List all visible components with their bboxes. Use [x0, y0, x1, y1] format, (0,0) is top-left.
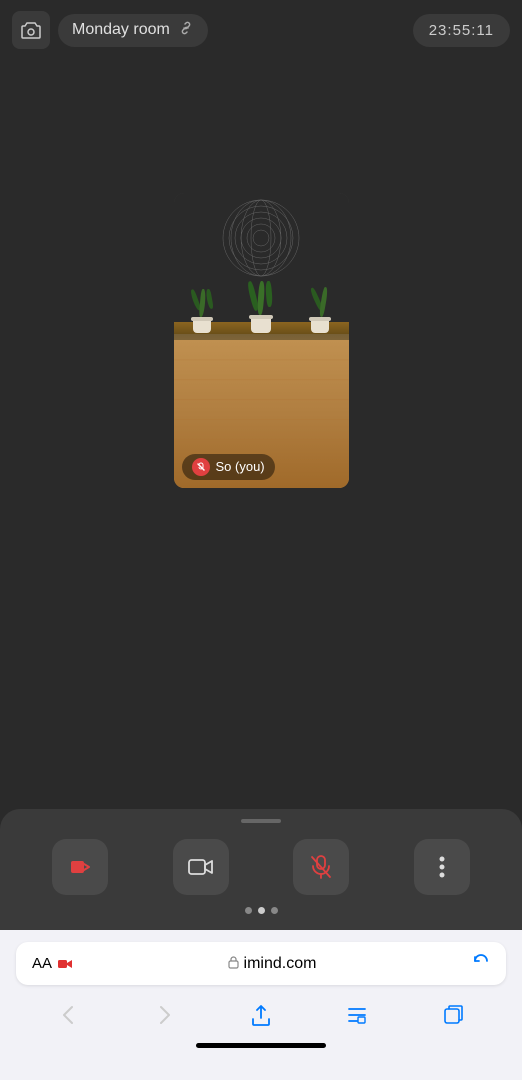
plant-right [311, 287, 329, 333]
plant-center [250, 281, 272, 333]
plant-leaves-right [314, 287, 326, 317]
url-bar-left: AA [32, 955, 72, 972]
camera-icon-button[interactable] [12, 11, 50, 49]
leave-button[interactable] [52, 839, 108, 895]
recording-indicator-icon [58, 956, 72, 972]
forward-button[interactable] [145, 995, 185, 1035]
link-icon [178, 20, 194, 41]
mute-button[interactable] [293, 839, 349, 895]
plant-leaves-center [250, 281, 272, 315]
camera-toggle-button[interactable] [173, 839, 229, 895]
leaf [199, 289, 206, 317]
video-camera-icon [188, 857, 214, 877]
page-dot-3 [271, 907, 278, 914]
leaf [319, 287, 329, 317]
aa-text[interactable]: AA [32, 955, 52, 972]
back-icon [62, 1005, 74, 1025]
room-name-text: Monday room [72, 21, 170, 39]
share-icon [252, 1004, 270, 1026]
video-card: So (you) [174, 193, 349, 488]
url-center: imind.com [72, 955, 472, 973]
reload-icon [472, 952, 490, 970]
top-bar-left: Monday room [12, 11, 208, 49]
toolbar-drag-handle[interactable] [241, 819, 281, 823]
back-button[interactable] [48, 995, 88, 1035]
room-name-pill[interactable]: Monday room [58, 14, 208, 47]
share-button[interactable] [241, 995, 281, 1035]
plant-pot [193, 319, 211, 333]
url-domain: imind.com [244, 955, 317, 973]
plant-left [193, 289, 212, 333]
browser-bar: AA imind.com [0, 930, 522, 1080]
browser-nav [0, 985, 522, 1039]
timer-display: 23:55:11 [413, 14, 510, 47]
top-bar: Monday room 23:55:11 [0, 0, 522, 60]
leaf [205, 289, 213, 310]
plant-pot [251, 317, 271, 333]
forward-icon [159, 1005, 171, 1025]
page-dot-1 [245, 907, 252, 914]
reload-button[interactable] [472, 952, 490, 975]
video-area: So (you) [0, 60, 522, 620]
more-dots-icon [439, 855, 445, 879]
video-content [174, 193, 349, 488]
tabs-button[interactable] [434, 995, 474, 1035]
plant-pot [311, 319, 329, 333]
share-link-icon [178, 20, 194, 36]
user-name-label: So (you) [216, 459, 265, 474]
plants-row [174, 281, 349, 333]
user-label: So (you) [182, 454, 275, 480]
mic-off-icon [196, 462, 206, 472]
camera-icon [21, 21, 41, 39]
plant-leaves-left [193, 289, 212, 317]
toolbar-buttons [0, 839, 522, 895]
home-indicator [196, 1043, 326, 1048]
url-bar[interactable]: AA imind.com [16, 942, 506, 985]
mute-indicator-icon [192, 458, 210, 476]
leaf [265, 281, 273, 307]
wall-art-svg [221, 198, 301, 278]
bottom-toolbar [0, 809, 522, 930]
ssl-lock-icon [228, 956, 239, 969]
leaf [257, 281, 266, 315]
more-options-button[interactable] [414, 839, 470, 895]
page-dot-2 [258, 907, 265, 914]
leave-call-icon [68, 855, 92, 879]
toolbar-page-dots [0, 907, 522, 914]
bookmarks-button[interactable] [337, 995, 377, 1035]
lock-icon [228, 956, 239, 972]
bookmarks-icon [347, 1006, 367, 1024]
microphone-muted-icon [310, 855, 332, 879]
tabs-icon [444, 1005, 464, 1025]
record-icon [58, 959, 72, 969]
